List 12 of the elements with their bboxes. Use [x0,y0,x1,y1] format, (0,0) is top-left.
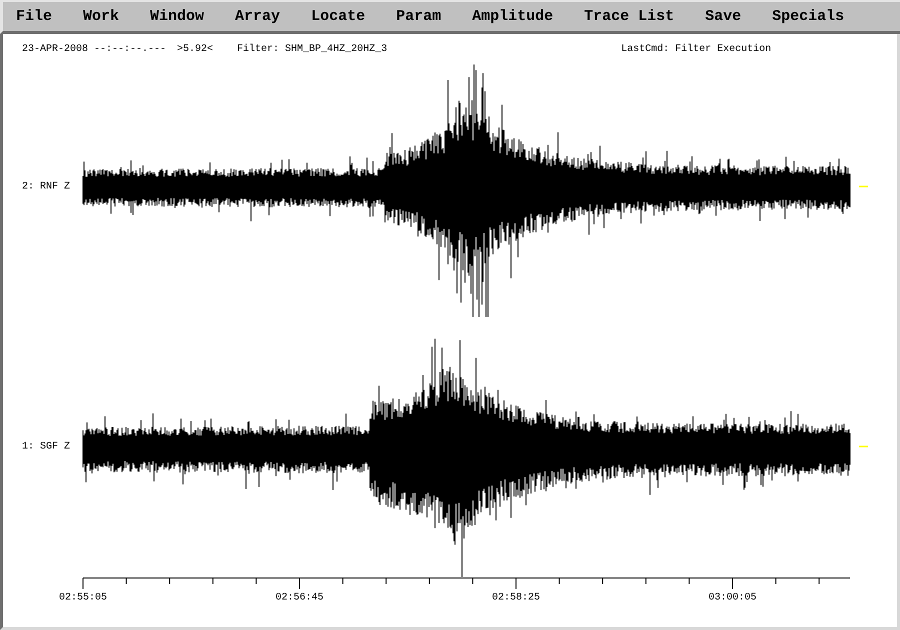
time-tick-label: 02:56:45 [276,592,324,604]
trace-label: 1: SGF Z [22,442,70,452]
trace-label: 2: RNF Z [22,182,70,192]
time-tick-label: 02:58:25 [492,592,540,604]
dash-marker-icon [859,186,868,188]
filter-label: Filter: SHM_BP_4HZ_20HZ_3 [237,44,388,56]
time-tick-label: 02:55:05 [59,592,107,604]
date-time-readout: 23-APR-2008 --:--:--.--- [22,44,166,56]
last-command-text: LastCmd: Filter Execution [621,44,772,56]
dash-marker-icon [859,446,868,448]
time-tick-label: 03:00:05 [708,592,756,604]
scale-readout: >5.92< [177,44,214,56]
